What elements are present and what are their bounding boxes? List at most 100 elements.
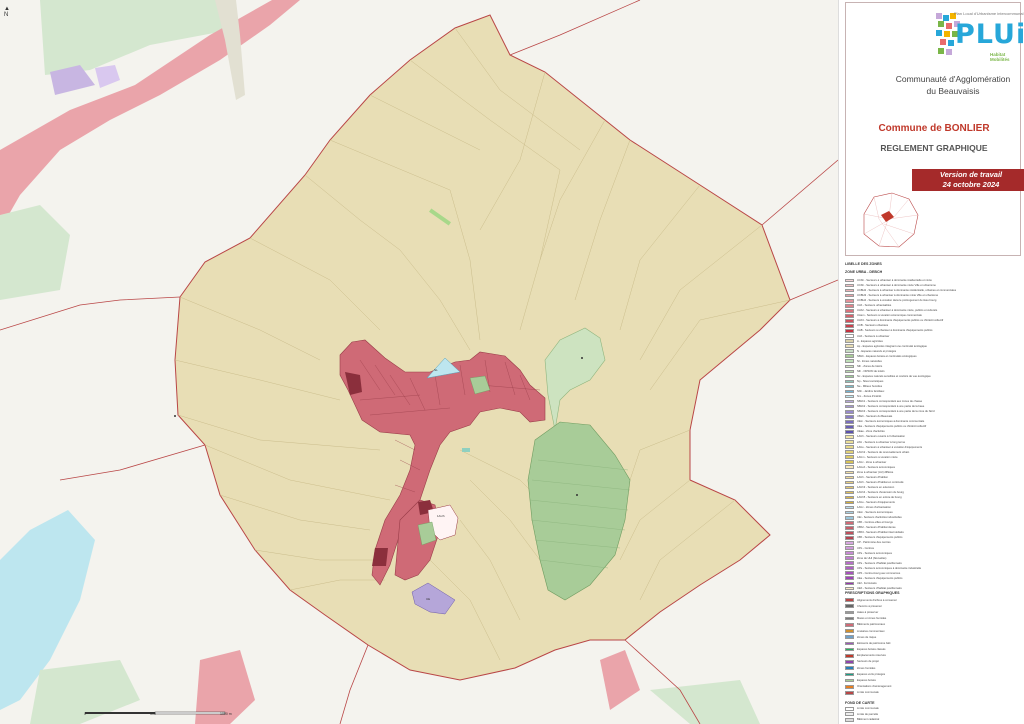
legend-section-prescriptions: PRESCRIPTIONS GRAPHIQUES [845, 591, 900, 595]
legend-zone-swatch [845, 414, 854, 419]
legend-zone-swatch [845, 329, 854, 333]
legend-zone-swatch [845, 303, 854, 308]
scale-label-start: 0 [84, 712, 86, 716]
legend-zone-swatch [845, 283, 854, 288]
legend-zone-label: NBoh2 - Secteurs correspondant à une par… [857, 405, 925, 409]
legend-zone-label: UPo - Centres [857, 546, 875, 550]
legend-zone-label: UEm - Secteurs économiques [857, 511, 893, 515]
legend-zone-label: UAB - Secteurs à urbaniser à dominante d… [857, 329, 933, 333]
legend-prescription-list: Alignements d'arbres à conserver Chemins … [845, 597, 1021, 696]
legend-zone-label: UCBH2 - Secteurs à urbaniser à dominante… [857, 289, 957, 293]
logo-sub-2: Mobilités [990, 57, 1010, 62]
legend-zone-label: UBh - Secteurs d'équipements publics [857, 536, 903, 540]
legend-zone-label: A - Espaces agricoles [857, 339, 883, 343]
legend-prescription-label: Espaces verts protégés [857, 672, 886, 676]
legend-zone-swatch [845, 364, 854, 369]
legend-zone-label: 1AUh3 - Secteurs en extension [857, 485, 895, 489]
legend-prescription-label: Chemins à préserver [857, 604, 882, 608]
legend-prescription-swatch [845, 691, 854, 695]
legend-zone-swatch [845, 354, 854, 359]
commune-title: Commune de BONLIER [878, 123, 990, 134]
legend-prescription-label: Orientations d'aménagement [857, 685, 892, 689]
zone-label-1auh: 1AUh [437, 514, 445, 518]
legend-zone-label: 1AUe - Secteurs d'équipements [857, 501, 895, 505]
legend-zone-label: UBh - Centres-villes et bourgs [857, 521, 893, 525]
legend-zone-swatch [845, 500, 854, 505]
legend-prescription-label: Zones de risque [857, 635, 877, 639]
marker-point [576, 494, 578, 496]
legend-prescription-swatch [845, 635, 854, 640]
legend-zone-label: Nbh - Jardins familiaux [857, 390, 885, 394]
legend-prescription-label: Alignements d'arbres à conserver [857, 598, 897, 602]
legend-fond-swatch [845, 717, 854, 722]
legend-zone-label: 1AUh4 - Secteurs d'extension du bourg [857, 490, 904, 494]
legend-zone-swatch [845, 425, 854, 429]
legend-zone-swatch [845, 455, 854, 459]
legend-zone-swatch [845, 339, 854, 343]
legend-zone-swatch [845, 536, 854, 540]
legend-fond-label: Bâtiment cadastral [857, 718, 880, 722]
legend-prescription-label: Linéaires commerciaux [857, 629, 885, 633]
legend-zone-swatch [845, 465, 854, 470]
legend-zone-label: NBoh1 - Secteurs correspondant aux zones… [857, 400, 923, 404]
legend-zone-label: UCBH3 - Secteurs à urbaniser à dominante… [857, 294, 939, 298]
legend-zone-label: UAh3 - Secteurs à dominante d'équipement… [857, 319, 944, 323]
legend-prescription-swatch [845, 653, 854, 658]
legend-zone-swatch [845, 566, 854, 570]
legend-prescription-swatch [845, 660, 854, 664]
legend-zone-swatch [845, 561, 854, 565]
legend-prescription-swatch [845, 629, 854, 633]
legend-zone-label: Ne - Milieux humides [857, 385, 883, 388]
legend-zone-swatch [845, 379, 854, 384]
legend-zone-swatch [845, 435, 854, 439]
legend-zone-label: UAh - Secteurs urbanisables [857, 304, 892, 308]
legend-prescription-label: Bâtiments patrimoniaux [857, 623, 886, 627]
legend-section-fond: FOND DE CARTE [845, 701, 875, 705]
legend-zone-label: UAh - Secteurs à urbaniser [857, 334, 890, 338]
legend-zone-label: 1AUh - Secteurs ouverts à l'urbanisation [857, 435, 906, 439]
legend-zone-swatch [845, 319, 854, 323]
legend-zone-label: UEe - Secteurs d'équipements publics ou … [857, 425, 927, 429]
legend-zone-swatch [845, 278, 854, 283]
legend-zone-label: UCBH4 - Secteurs à vocation dans le prol… [857, 299, 937, 303]
legend-zone-swatch [845, 384, 854, 389]
legend-prescription-swatch [845, 610, 854, 615]
zoning-map[interactable]: 1AUh NL UE [0, 0, 838, 724]
legend-zone-label: NBoh - Espaces boisés et continuités éco… [857, 354, 917, 358]
north-arrow-icon: ▲ N [4, 6, 10, 18]
legend-zone-swatch [845, 344, 854, 348]
legend-zone-swatch [845, 359, 854, 364]
legend-zone-swatch [845, 546, 854, 550]
legend-zone-label: Nc - Espaces naturels sensibles et coulo… [857, 374, 931, 378]
logo-text: PLUi [955, 19, 1024, 50]
legend-zone-label: UEh - Secteurs d'habitat pavillonnaire [857, 586, 902, 590]
legend-prescription-label: Emplacements réservés [857, 654, 886, 658]
scale-label-mid: 500 [150, 712, 156, 716]
legend-panel: Plan Local d'Urbanisme intercommunal PLU… [838, 0, 1024, 724]
legend-prescription-swatch [845, 623, 854, 627]
org-line-1: Communauté d'Agglomération [895, 74, 1011, 84]
legend-zone-label: UAem - Secteurs à vocation économique co… [857, 314, 922, 318]
legend-zone-label: 1AUh2 - Secteurs de renouvellement urbai… [857, 450, 910, 454]
legend-zone-swatch [845, 420, 854, 424]
marker-point [174, 415, 176, 417]
legend-zone-label: 1AUc - Zone à urbaniser [857, 460, 887, 464]
legend-zone-label: Nm - Zones d'intérêt [857, 395, 882, 399]
legend-zone-swatch [845, 520, 854, 525]
legend-zone-swatch [845, 490, 854, 495]
legend-zone-label: UEm - Secteurs économiques à dominante c… [857, 420, 925, 424]
legend-zone-swatch [845, 515, 854, 520]
scale-label-end: 1000 m [220, 712, 232, 716]
logo-tagline: Plan Local d'Urbanisme intercommunal [954, 11, 1024, 16]
legend-zone-label: 1AUh - Secteurs d'habitat en continuité [857, 480, 904, 484]
legend-zone-swatch [845, 551, 854, 555]
legend-zone-label: Nl - Zones naturelles [857, 359, 882, 363]
scale-bar [85, 711, 226, 715]
legend-zone-label: Nlh - ORSON de loisirs [857, 369, 885, 373]
small-equipment [462, 448, 470, 452]
legend-zone-label: UEae - Zone d'activités [857, 430, 885, 434]
legend-prescription-label: Limite communale [857, 691, 879, 695]
locator-minimap [863, 192, 919, 248]
version-line-2: 24 octobre 2024 [942, 180, 1000, 189]
marker-point [581, 357, 583, 359]
